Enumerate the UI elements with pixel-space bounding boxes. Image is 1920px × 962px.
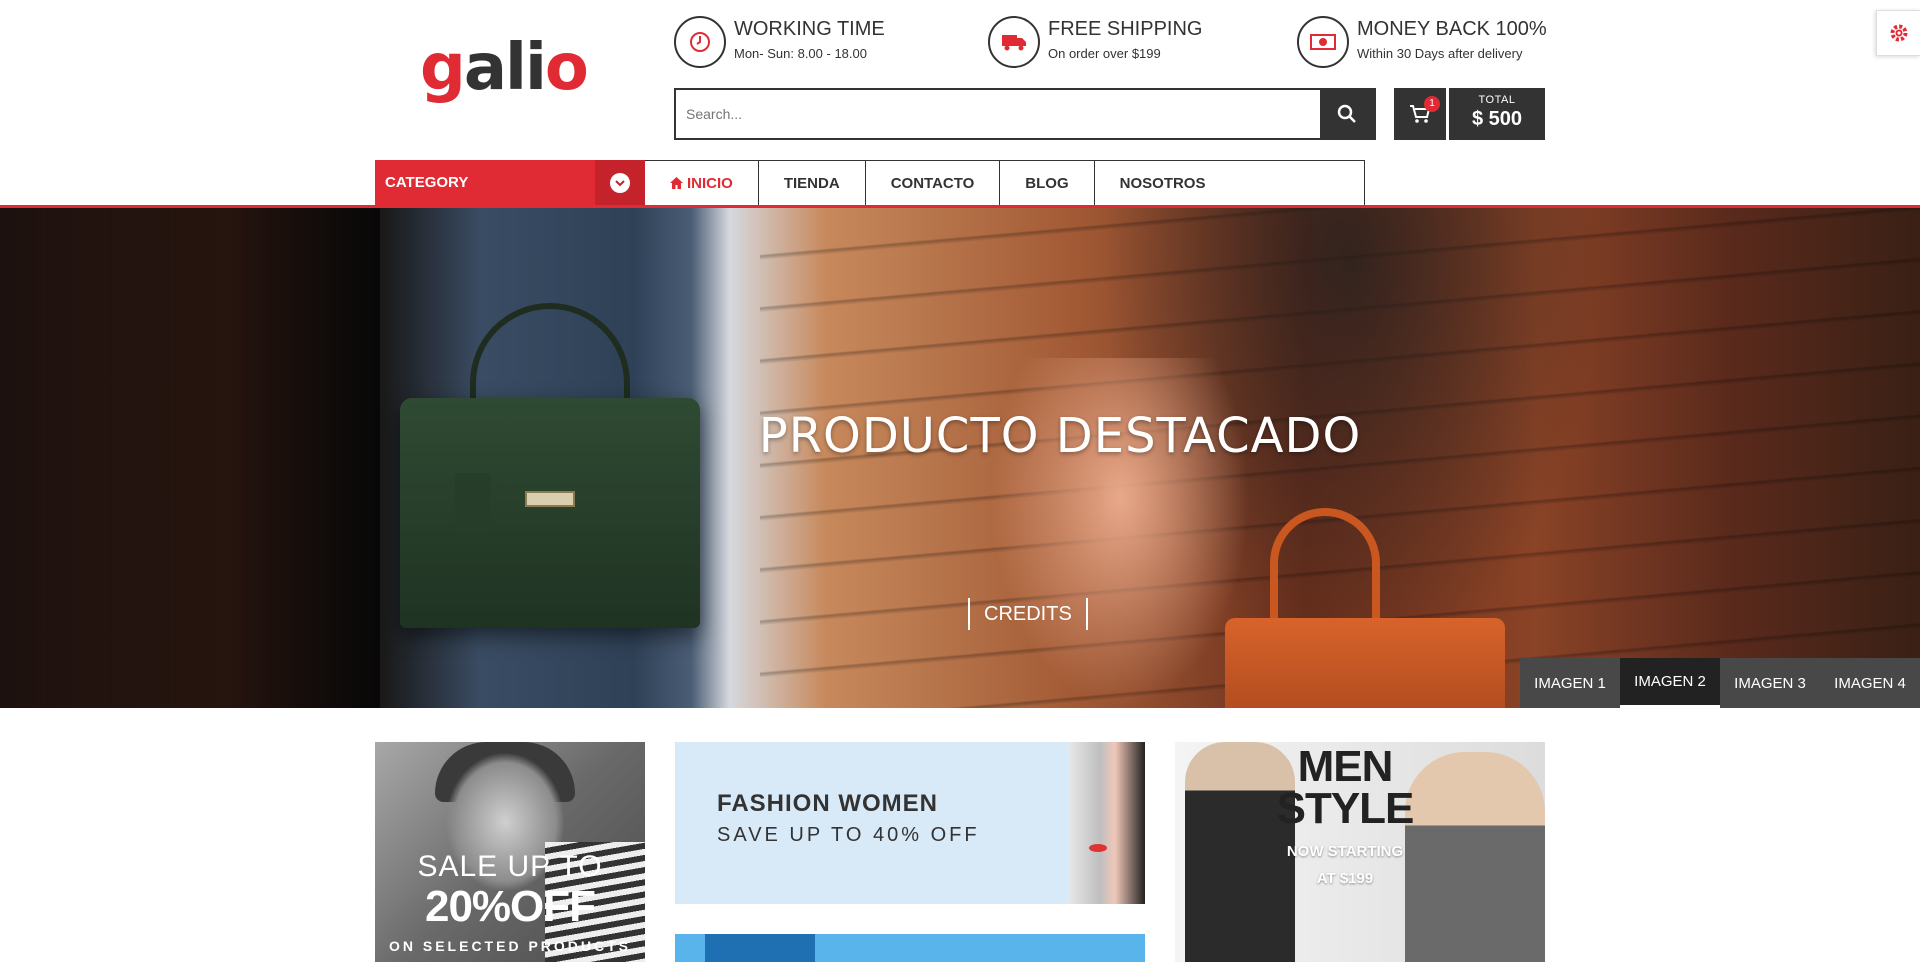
- sale-banner-line3: ON SELECTED PRODUCTS: [388, 938, 631, 954]
- men-model-right-image: [1405, 752, 1545, 962]
- hero-tab-3[interactable]: IMAGEN 3: [1720, 658, 1820, 708]
- menu-item-label: NOSOTROS: [1119, 174, 1206, 192]
- search-input[interactable]: [686, 90, 1286, 138]
- orange-bag-image: [1225, 618, 1505, 708]
- men-banner-title-line1: MEN: [1297, 742, 1394, 791]
- menu-item-blog[interactable]: BLOG: [1000, 161, 1095, 205]
- gear-icon: [1890, 24, 1907, 42]
- search-bar: [674, 88, 1376, 140]
- sale-banner-discount: 20%OFF: [424, 882, 596, 931]
- cart-total[interactable]: TOTAL $ 500: [1449, 88, 1545, 140]
- cart-count-badge: 1: [1424, 96, 1440, 112]
- search-button[interactable]: [1320, 90, 1374, 138]
- menu-item-contacto[interactable]: CONTACTO: [866, 161, 1001, 205]
- home-icon: [670, 177, 683, 189]
- menu-item-tienda[interactable]: TIENDA: [759, 161, 866, 205]
- money-back-sub: Within 30 Days after delivery: [1357, 46, 1523, 61]
- sale-banner[interactable]: SALE UP TO 20%OFF ON SELECTED PRODUCTS: [375, 742, 645, 962]
- hero-tab-2[interactable]: IMAGEN 2: [1620, 658, 1720, 708]
- working-time-title: WORKING TIME: [734, 18, 885, 40]
- men-style-banner[interactable]: MEN STYLE NOW STARTING AT $199: [1175, 742, 1545, 962]
- main-menu: INICIO TIENDA CONTACTO BLOG NOSOTROS: [645, 160, 1365, 206]
- hero-tab-4[interactable]: IMAGEN 4: [1820, 658, 1920, 708]
- men-banner-sub-line1: NOW STARTING: [1286, 843, 1404, 860]
- category-dropdown[interactable]: CATEGORY: [375, 160, 645, 206]
- women-banner-sub: SAVE UP TO 40% OFF: [717, 824, 980, 846]
- working-time-hours: Mon- Sun: 8.00 - 18.00: [734, 46, 867, 61]
- free-shipping-info: FREE SHIPPING On order over $199: [988, 16, 1228, 70]
- green-bag-tag: [455, 473, 490, 533]
- money-back-title: MONEY BACK 100%: [1357, 18, 1547, 40]
- category-toggle[interactable]: [595, 160, 645, 206]
- money-icon: [1297, 16, 1349, 68]
- free-shipping-title: FREE SHIPPING: [1048, 18, 1203, 40]
- menu-item-label: CONTACTO: [890, 174, 975, 192]
- site-header: galio WORKING TIME Mon- Sun: 8.00 - 18.0…: [0, 0, 1920, 210]
- menu-item-label: BLOG: [1025, 174, 1069, 192]
- clock-icon: [674, 16, 726, 68]
- men-banner-title-line2: STYLE: [1276, 784, 1415, 833]
- green-bag-clasp: [525, 491, 575, 507]
- men-banner-sub-line2: AT $199: [1316, 870, 1374, 887]
- men-banner-title: MEN STYLE: [1270, 742, 1420, 833]
- big-sale-banner[interactable]: [675, 934, 1145, 962]
- search-icon: [1337, 104, 1356, 123]
- hero-credits-button[interactable]: CREDITS: [968, 598, 1088, 630]
- free-shipping-sub: On order over $199: [1048, 46, 1161, 61]
- women-banner-title: FASHION WOMEN: [717, 790, 938, 817]
- working-time-info: WORKING TIME Mon- Sun: 8.00 - 18.00: [674, 16, 914, 70]
- menu-item-inicio[interactable]: INICIO: [645, 161, 759, 205]
- women-model-image: [1070, 742, 1145, 904]
- women-model-lips: [1089, 844, 1107, 852]
- hero-slider[interactable]: PRODUCTO DESTACADO CREDITS IMAGEN 1 IMAG…: [0, 208, 1920, 708]
- menu-item-nosotros[interactable]: NOSOTROS: [1095, 161, 1231, 205]
- hero-tabs: IMAGEN 1 IMAGEN 2 IMAGEN 3 IMAGEN 4: [1520, 658, 1920, 708]
- big-sale-model-image: [705, 934, 815, 962]
- cart-button[interactable]: 1: [1394, 88, 1446, 140]
- category-label: CATEGORY: [385, 174, 469, 191]
- menu-item-label: INICIO: [687, 174, 733, 192]
- cart-total-value: $ 500: [1471, 108, 1523, 130]
- fashion-women-banner[interactable]: FASHION WOMEN SAVE UP TO 40% OFF: [675, 742, 1145, 904]
- site-logo[interactable]: galio: [420, 28, 600, 108]
- menu-item-label: TIENDA: [783, 174, 840, 192]
- settings-toggle[interactable]: [1876, 10, 1920, 56]
- sale-banner-line1: SALE UP TO: [417, 850, 603, 883]
- logo-text: galio: [420, 31, 589, 105]
- men-banner-sub: NOW STARTING AT $199: [1270, 838, 1420, 892]
- hero-tab-1[interactable]: IMAGEN 1: [1520, 658, 1620, 708]
- truck-icon: [988, 16, 1040, 68]
- chevron-down-icon: [615, 180, 625, 187]
- money-back-info: MONEY BACK 100% Within 30 Days after del…: [1297, 16, 1557, 70]
- hero-title: PRODUCTO DESTACADO: [758, 408, 1362, 464]
- cart-total-label: TOTAL: [1478, 94, 1516, 106]
